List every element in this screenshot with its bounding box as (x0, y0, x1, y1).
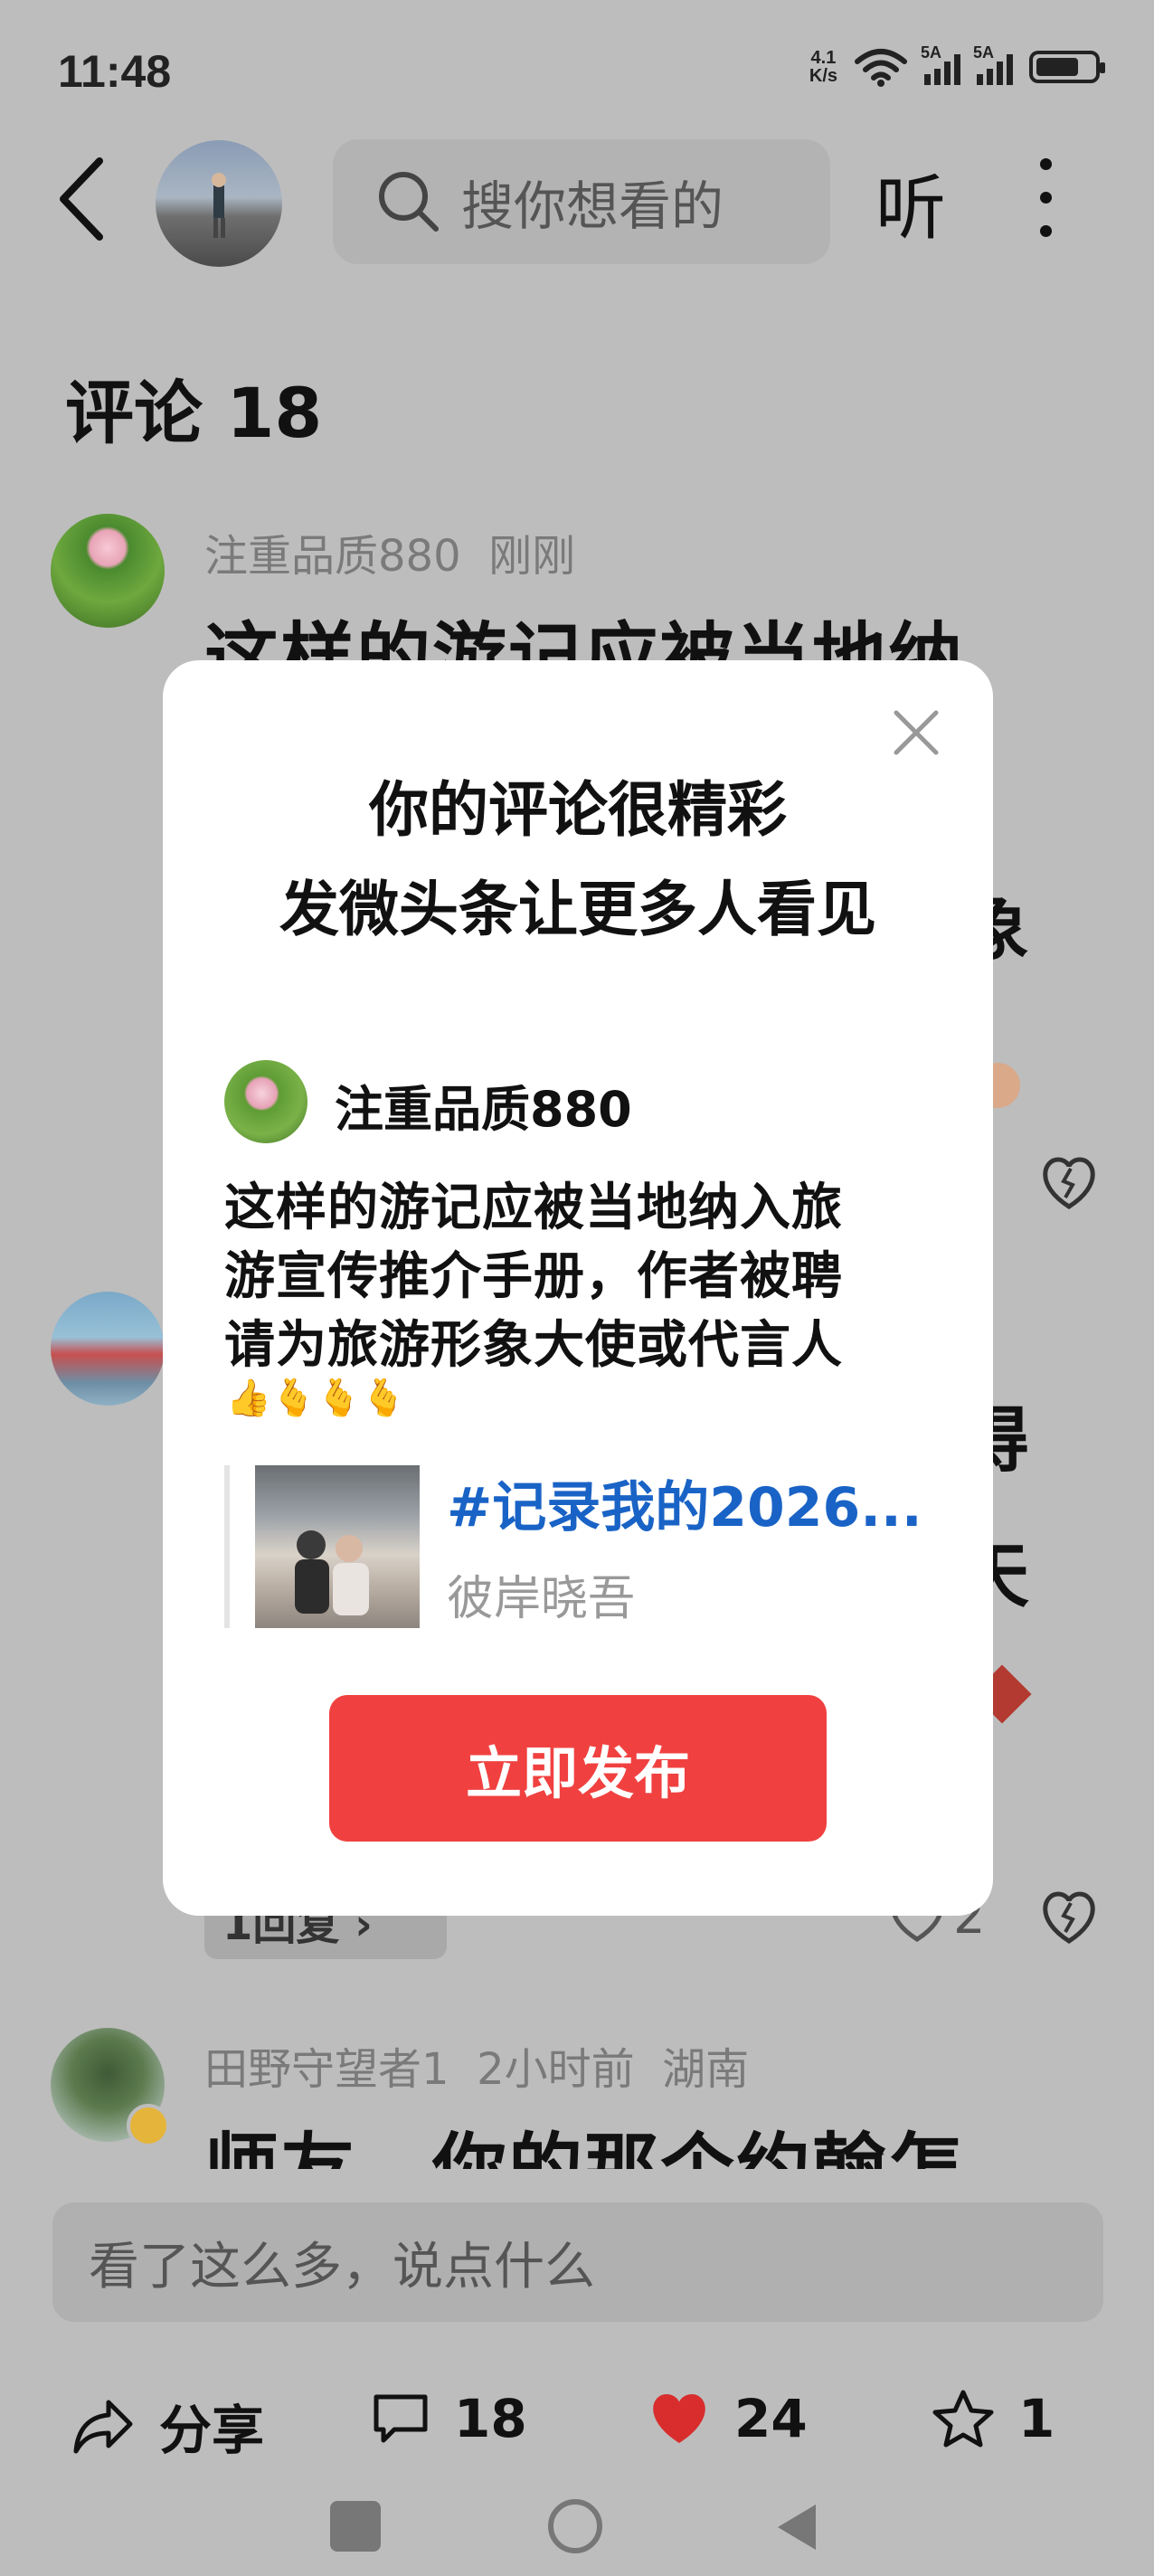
comment-text-clip: 师友，你的那个约翰怎 (204, 2107, 1073, 2169)
signal-sim1-icon: 5A (921, 43, 960, 85)
comment-time: 刚刚 (488, 531, 576, 582)
back-triangle-icon[interactable] (769, 2499, 823, 2555)
battery-icon (1029, 51, 1105, 83)
dialog-body-line: 游宣传推介手册，作者被聘 (224, 1247, 843, 1306)
dislike-heart-icon[interactable] (1040, 1156, 1098, 1210)
dialog-user-name: 注重品质880 (335, 1081, 632, 1138)
status-time: 11:48 (58, 46, 172, 97)
article-topic-link[interactable]: #记录我的2026... (447, 1463, 922, 1542)
system-nav-bar (0, 2487, 1154, 2569)
share-icon (73, 2400, 133, 2454)
status-icons: 4.1 K/s 5A 5A (809, 43, 1105, 87)
comment-count: 18 (454, 2388, 527, 2449)
comment-icon (374, 2394, 428, 2443)
dialog-title-line2: 发微头条让更多人看见 (279, 875, 876, 944)
publish-button[interactable]: 立即发布 (329, 1695, 827, 1842)
person-figure-icon (212, 173, 226, 238)
comment-location: 湖南 (662, 2044, 750, 2095)
commenter-avatar[interactable] (51, 514, 165, 628)
bottom-action-bar: 分享 18 24 1 (0, 2370, 1154, 2469)
publish-dialog: 你的评论很精彩 发微头条让更多人看见 注重品质880 这样的游记应被当地纳入旅 … (163, 660, 993, 1916)
wifi-icon (855, 49, 907, 87)
article-thumbnail (255, 1465, 420, 1628)
recents-icon[interactable] (330, 2501, 381, 2552)
comment-meta: 田野守望者1 2小时前 湖南 (204, 2033, 749, 2097)
dialog-body-line: 请为旅游形象大使或代言人 (224, 1316, 843, 1375)
comment-input[interactable]: 看了这么多，说点什么 (52, 2202, 1103, 2322)
comment-button[interactable]: 18 (371, 2388, 527, 2449)
comment-user[interactable]: 注重品质880 (204, 531, 461, 582)
net-speed: 4.1 K/s (809, 48, 837, 86)
photo-people-icon (295, 1530, 369, 1615)
verified-badge-icon (127, 2104, 170, 2147)
heart-filled-icon (653, 2394, 705, 2443)
comment-text: 师友，你的那个约翰怎 (204, 2126, 965, 2169)
dialog-user-avatar (224, 1060, 307, 1143)
comment-input-placeholder: 看了这么多，说点什么 (89, 2237, 595, 2297)
home-icon[interactable] (548, 2499, 602, 2553)
dialog-title-line1: 你的评论很精彩 (369, 775, 787, 845)
comment-meta: 注重品质880 刚刚 (204, 520, 575, 583)
dislike-heart-icon[interactable] (1040, 1890, 1098, 1945)
quote-bar (224, 1465, 230, 1628)
share-label: 分享 (159, 2400, 265, 2461)
more-menu-icon[interactable] (1040, 158, 1052, 237)
search-icon (379, 172, 439, 232)
dialog-body-line: 这样的游记应被当地纳入旅 (224, 1179, 843, 1237)
dialog-emojis: 👍🫰🫰🫰 (226, 1378, 407, 1419)
search-placeholder: 搜你想看的 (461, 175, 724, 237)
star-icon (932, 2390, 994, 2448)
share-button[interactable]: 分享 (72, 2388, 264, 2464)
comment-time: 2小时前 (477, 2044, 635, 2095)
comment-user[interactable]: 田野守望者1 (204, 2044, 449, 2095)
comments-title: 评论 18 (65, 373, 323, 453)
close-icon[interactable] (891, 707, 941, 758)
signal-sim2-icon: 5A (973, 43, 1013, 85)
back-arrow-icon[interactable] (54, 154, 109, 244)
favorite-count: 1 (1018, 2388, 1055, 2449)
author-avatar[interactable] (156, 140, 282, 267)
like-total: 24 (734, 2388, 808, 2449)
search-input[interactable]: 搜你想看的 (333, 139, 830, 264)
commenter-avatar[interactable] (51, 1292, 165, 1406)
like-bottom-button[interactable]: 24 (648, 2388, 808, 2449)
article-author: 彼岸晓吾 (447, 1572, 636, 1626)
favorite-button[interactable]: 1 (932, 2388, 1055, 2449)
listen-button[interactable]: 听 (875, 152, 946, 253)
